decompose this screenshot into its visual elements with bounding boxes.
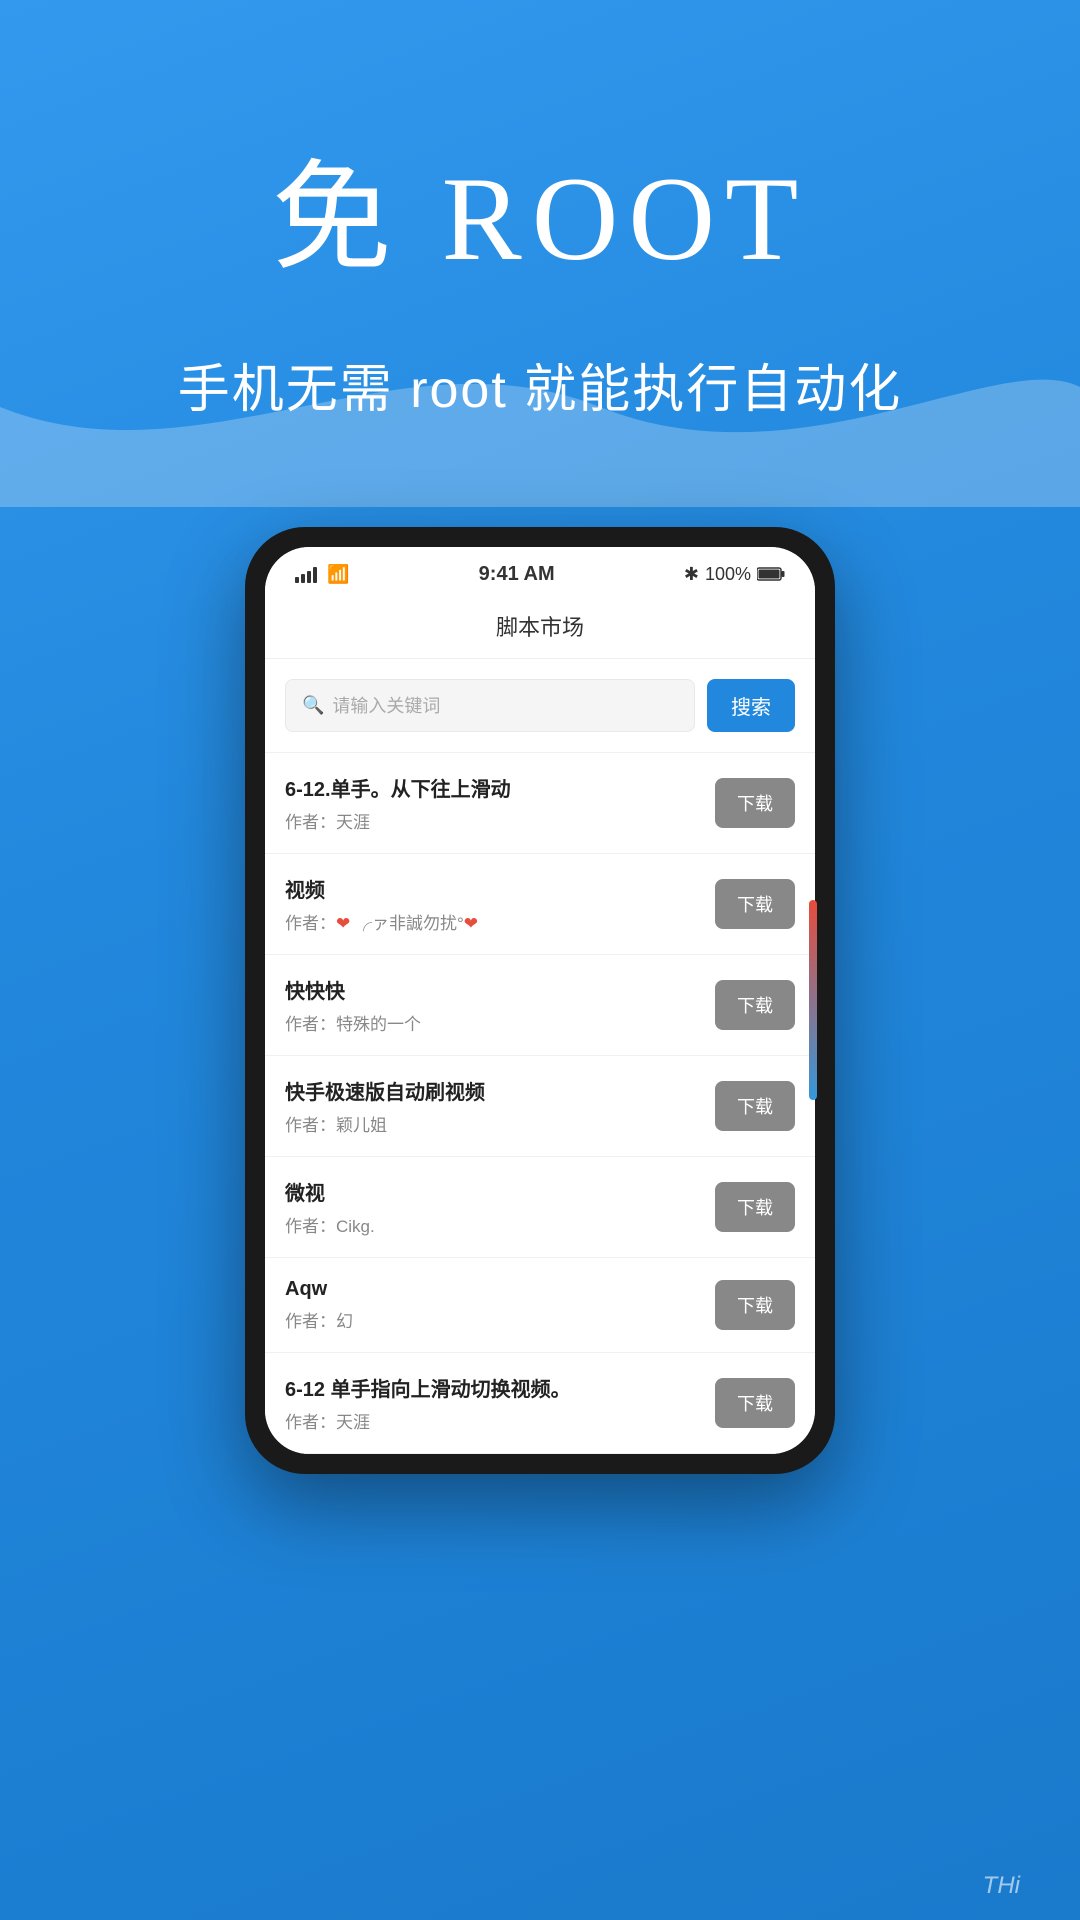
script-info: 6-12 单手指向上滑动切换视频。 作者：天涯 [285,1373,715,1433]
script-author: 作者：天涯 [285,808,699,833]
signal-bar-4 [313,567,317,583]
script-author: 作者：颖儿姐 [285,1111,699,1136]
battery-text: 100% [705,564,751,585]
author-name-colored-2: ❤ [464,914,478,933]
download-button[interactable]: 下载 [715,1182,795,1232]
script-info: 视频 作者：❤ ╭ァ非誠勿扰°❤ [285,874,715,934]
script-list: 6-12.单手。从下往上滑动 作者：天涯 下载 视频 作者：❤ ╭ァ非誠勿扰°❤… [265,753,815,1454]
hero-title: 免 ROOT [60,120,1020,294]
signal-bar-3 [307,571,311,583]
author-name-colored: ❤ [336,914,350,933]
script-name: 快快快 [285,975,699,1004]
list-item: 快快快 作者：特殊的一个 下载 [265,955,815,1056]
wifi-icon: 📶 [327,564,349,585]
script-author: 作者：特殊的一个 [285,1010,699,1035]
download-button[interactable]: 下载 [715,1280,795,1330]
script-author: 作者：天涯 [285,1408,699,1433]
download-button[interactable]: 下载 [715,778,795,828]
hero-section: 免 ROOT 手机无需 root 就能执行自动化 [0,0,1080,507]
download-button[interactable]: 下载 [715,1081,795,1131]
script-name: 视频 [285,874,699,903]
list-item: Aqw 作者：幻 下载 [265,1258,815,1353]
script-name: 快手极速版自动刷视频 [285,1076,699,1105]
search-placeholder: 请输入关键词 [332,692,440,718]
download-button[interactable]: 下载 [715,1378,795,1428]
phone-screen: 📶 9:41 AM ✱ 100% 脚本市场 [265,547,815,1454]
script-info: 快快快 作者：特殊的一个 [285,975,715,1035]
script-name: 6-12.单手。从下往上滑动 [285,773,699,802]
list-item: 6-12 单手指向上滑动切换视频。 作者：天涯 下载 [265,1353,815,1454]
script-name: 6-12 单手指向上滑动切换视频。 [285,1373,699,1402]
app-header-title: 脚本市场 [496,615,584,640]
watermark: THi [983,1872,1020,1900]
script-name: 微视 [285,1177,699,1206]
status-right: ✱ 100% [684,564,785,585]
phone-frame: 📶 9:41 AM ✱ 100% 脚本市场 [245,527,835,1474]
script-author: 作者：❤ ╭ァ非誠勿扰°❤ [285,909,699,934]
script-info: Aqw 作者：幻 [285,1278,715,1332]
script-name: Aqw [285,1278,699,1301]
signal-bar-1 [295,577,299,583]
status-time: 9:41 AM [479,563,555,586]
bluetooth-icon: ✱ [684,564,699,585]
script-author: 作者：幻 [285,1307,699,1332]
script-author: 作者：Cikg. [285,1212,699,1237]
search-icon: 🔍 [302,695,324,716]
script-info: 微视 作者：Cikg. [285,1177,715,1237]
battery-icon [757,567,785,581]
list-item: 视频 作者：❤ ╭ァ非誠勿扰°❤ 下载 [265,854,815,955]
status-bar: 📶 9:41 AM ✱ 100% [265,547,815,594]
list-item: 6-12.单手。从下往上滑动 作者：天涯 下载 [265,753,815,854]
signal-bar-2 [301,574,305,583]
phone-wrapper: 📶 9:41 AM ✱ 100% 脚本市场 [0,527,1080,1554]
script-info: 快手极速版自动刷视频 作者：颖儿姐 [285,1076,715,1136]
search-section: 🔍 请输入关键词 搜索 [265,659,815,753]
script-info: 6-12.单手。从下往上滑动 作者：天涯 [285,773,715,833]
app-header: 脚本市场 [265,594,815,659]
download-button[interactable]: 下载 [715,980,795,1030]
search-input-wrapper[interactable]: 🔍 请输入关键词 [285,679,695,732]
download-button[interactable]: 下载 [715,879,795,929]
wave-decoration [0,327,1080,507]
signal-bars-icon [295,565,317,583]
status-left: 📶 [295,564,349,585]
search-button[interactable]: 搜索 [707,679,795,732]
list-item: 快手极速版自动刷视频 作者：颖儿姐 下载 [265,1056,815,1157]
list-item: 微视 作者：Cikg. 下载 [265,1157,815,1258]
